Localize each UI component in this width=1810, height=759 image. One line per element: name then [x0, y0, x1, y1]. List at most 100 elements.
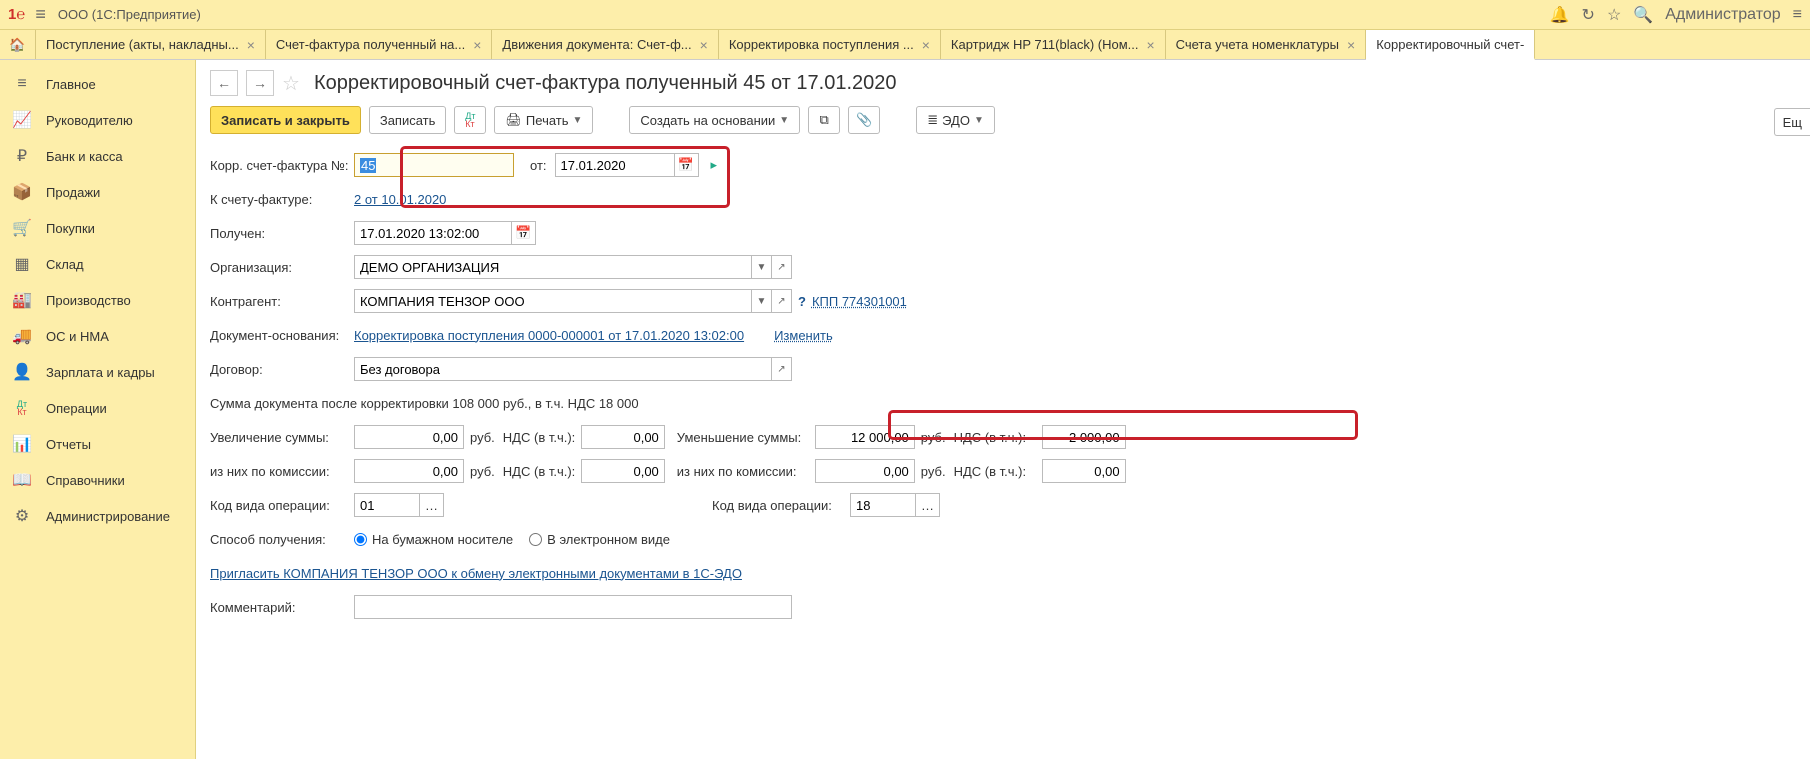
- settings-icon[interactable]: ≡: [1793, 6, 1802, 24]
- opcode1-input[interactable]: [354, 493, 420, 517]
- sidebar-item-manager[interactable]: 📈Руководителю: [0, 102, 195, 138]
- tab-3[interactable]: Корректировка поступления ...×: [719, 30, 941, 59]
- contract-input[interactable]: [354, 357, 772, 381]
- opcode2-input[interactable]: [850, 493, 916, 517]
- sidebar-item-reports[interactable]: 📊Отчеты: [0, 426, 195, 462]
- tab-1[interactable]: Счет-фактура полученный на...×: [266, 30, 492, 59]
- ellipsis-button[interactable]: …: [916, 493, 940, 517]
- forward-button[interactable]: →: [246, 70, 274, 96]
- basis-label: Документ-основания:: [210, 328, 354, 343]
- increase-label: Увеличение суммы:: [210, 430, 354, 445]
- print-button[interactable]: 🖨Печать▼: [494, 106, 593, 134]
- comm-inc-vat-input[interactable]: [581, 459, 665, 483]
- search-icon[interactable]: 🔍: [1633, 5, 1653, 25]
- close-icon[interactable]: ×: [473, 37, 481, 53]
- sidebar-item-purchases[interactable]: 🛒Покупки: [0, 210, 195, 246]
- close-icon[interactable]: ×: [1146, 37, 1154, 53]
- close-icon[interactable]: ×: [922, 37, 930, 53]
- create-based-button[interactable]: Создать на основании▼: [629, 106, 800, 134]
- sidebar-item-production[interactable]: 🏭Производство: [0, 282, 195, 318]
- sidebar-item-salary[interactable]: 👤Зарплата и кадры: [0, 354, 195, 390]
- tab-2[interactable]: Движения документа: Счет-ф...×: [492, 30, 718, 59]
- ellipsis-button[interactable]: …: [420, 493, 444, 517]
- received-label: Получен:: [210, 226, 354, 241]
- counterparty-input[interactable]: [354, 289, 752, 313]
- received-input[interactable]: [354, 221, 512, 245]
- open-button[interactable]: ↗: [772, 255, 792, 279]
- save-close-button[interactable]: Записать и закрыть: [210, 106, 361, 134]
- radio-paper[interactable]: На бумажном носителе: [354, 532, 513, 547]
- decrease-label: Уменьшение суммы:: [677, 430, 815, 445]
- dtkt-button[interactable]: ДтКт: [454, 106, 486, 134]
- tab-6[interactable]: Корректировочный счет-: [1366, 30, 1535, 60]
- comment-input[interactable]: [354, 595, 792, 619]
- menu-icon: ≡: [12, 75, 32, 93]
- basis-link[interactable]: Корректировка поступления 0000-000001 от…: [354, 328, 744, 343]
- calendar-button[interactable]: 📅: [675, 153, 699, 177]
- header-bar: 1℮ ≡ ООО (1С:Предприятие) 🔔 ↻ ☆ 🔍 Админи…: [0, 0, 1810, 30]
- increase-input[interactable]: [354, 425, 464, 449]
- calendar-button[interactable]: 📅: [512, 221, 536, 245]
- increase-vat-input[interactable]: [581, 425, 665, 449]
- history-icon[interactable]: ↻: [1582, 5, 1595, 25]
- book-icon: 📖: [12, 470, 32, 490]
- commission-label-2: из них по комиссии:: [677, 464, 815, 479]
- user-name[interactable]: Администратор: [1665, 6, 1780, 24]
- edo-button[interactable]: ≣ЭДО▼: [916, 106, 995, 134]
- vat-label: НДС (в т.ч.):: [503, 464, 581, 479]
- invite-link[interactable]: Пригласить КОМПАНИЯ ТЕНЗОР ООО к обмену …: [210, 566, 742, 581]
- dropdown-button[interactable]: ▼: [752, 255, 772, 279]
- sidebar-item-bank[interactable]: ₽Банк и касса: [0, 138, 195, 174]
- open-button[interactable]: ↗: [772, 289, 792, 313]
- decrease-input[interactable]: [815, 425, 915, 449]
- close-icon[interactable]: ×: [700, 37, 708, 53]
- dropdown-button[interactable]: ▼: [752, 289, 772, 313]
- bell-icon[interactable]: 🔔: [1550, 5, 1570, 25]
- comm-inc-input[interactable]: [354, 459, 464, 483]
- home-tab[interactable]: 🏠: [0, 30, 36, 59]
- sidebar-item-warehouse[interactable]: ▦Склад: [0, 246, 195, 282]
- close-icon[interactable]: ×: [247, 37, 255, 53]
- tab-4[interactable]: Картридж HP 711(black) (Ном...×: [941, 30, 1166, 59]
- check-icon[interactable]: ▸: [711, 157, 718, 173]
- gear-icon: ⚙: [12, 506, 32, 526]
- copy-button[interactable]: ⧉: [808, 106, 840, 134]
- sidebar-item-reference[interactable]: 📖Справочники: [0, 462, 195, 498]
- header-right: 🔔 ↻ ☆ 🔍 Администратор ≡: [1550, 5, 1802, 25]
- back-button[interactable]: ←: [210, 70, 238, 96]
- radio-electronic[interactable]: В электронном виде: [529, 532, 670, 547]
- tab-5[interactable]: Счета учета номенклатуры×: [1166, 30, 1367, 59]
- content: ← → ☆ Корректировочный счет-фактура полу…: [196, 60, 1810, 759]
- sidebar-item-main[interactable]: ≡Главное: [0, 66, 195, 102]
- method-label: Способ получения:: [210, 532, 354, 547]
- kpp-link[interactable]: КПП 774301001: [812, 294, 907, 309]
- save-button[interactable]: Записать: [369, 106, 447, 134]
- contract-label: Договор:: [210, 362, 354, 377]
- sidebar-item-operations[interactable]: ДтКтОперации: [0, 390, 195, 426]
- comm-dec-input[interactable]: [815, 459, 915, 483]
- decrease-vat-input[interactable]: [1042, 425, 1126, 449]
- menu-icon[interactable]: ≡: [35, 4, 46, 25]
- to-invoice-link[interactable]: 2 от 10.01.2020: [354, 192, 446, 207]
- star-icon[interactable]: ☆: [1607, 5, 1621, 25]
- summary-text: Сумма документа после корректировки 108 …: [210, 396, 639, 411]
- sidebar-item-os[interactable]: 🚚ОС и НМА: [0, 318, 195, 354]
- vat-label: НДС (в т.ч.):: [503, 430, 581, 445]
- change-link[interactable]: Изменить: [774, 328, 833, 343]
- open-button[interactable]: ↗: [772, 357, 792, 381]
- sidebar-item-admin[interactable]: ⚙Администрирование: [0, 498, 195, 534]
- sidebar-item-sales[interactable]: 📦Продажи: [0, 174, 195, 210]
- edo-icon: ≣: [927, 112, 938, 128]
- from-date-input[interactable]: [555, 153, 675, 177]
- help-icon[interactable]: ?: [798, 294, 806, 309]
- org-input[interactable]: [354, 255, 752, 279]
- comm-dec-vat-input[interactable]: [1042, 459, 1126, 483]
- opcode-label-2: Код вида операции:: [712, 498, 850, 513]
- number-input[interactable]: 45: [354, 153, 514, 177]
- more-button[interactable]: Ещ: [1774, 108, 1810, 136]
- favorite-button[interactable]: ☆: [282, 71, 300, 96]
- attach-button[interactable]: 📎: [848, 106, 880, 134]
- tab-0[interactable]: Поступление (акты, накладны...×: [36, 30, 266, 59]
- close-icon[interactable]: ×: [1347, 37, 1355, 53]
- sidebar: ≡Главное 📈Руководителю ₽Банк и касса 📦Пр…: [0, 60, 196, 759]
